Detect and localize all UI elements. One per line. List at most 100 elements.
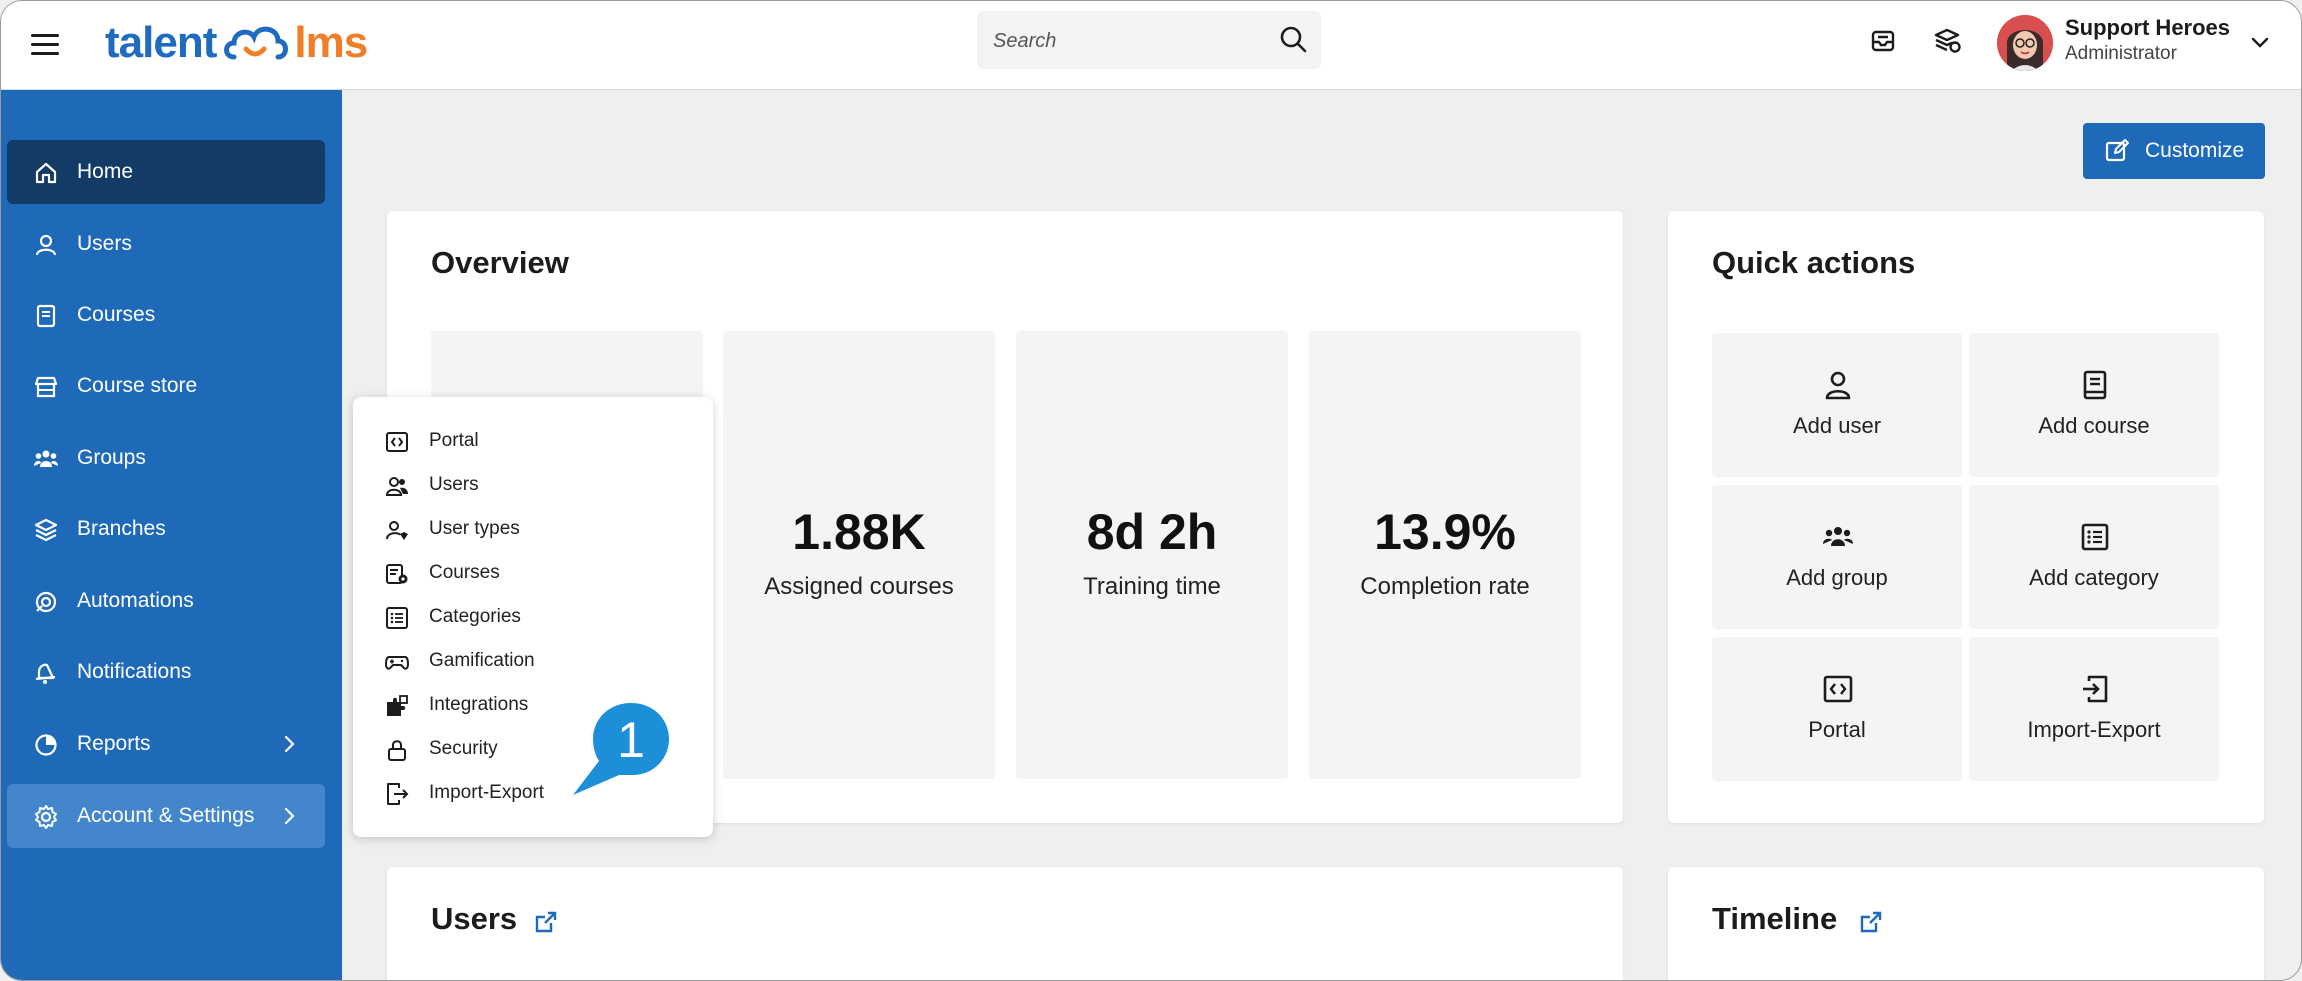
quick-action-portal[interactable]: Portal xyxy=(1712,637,1962,781)
sidebar-item-course-store[interactable]: Course store xyxy=(7,354,325,418)
stat-value: 8d 2h xyxy=(1086,504,1218,560)
sidebar-item-label: Notifications xyxy=(77,660,192,683)
sidebar-item-reports[interactable]: Reports xyxy=(7,712,325,776)
sidebar-item-notifications[interactable]: Notifications xyxy=(7,640,325,704)
quick-action-label: Add user xyxy=(1792,413,1882,438)
import-icon xyxy=(2083,675,2108,703)
submenu-item-label: Categories xyxy=(429,606,521,627)
code-icon xyxy=(1823,675,1853,703)
sidebar-item-label: Users xyxy=(77,232,132,255)
code-icon xyxy=(386,432,408,452)
chevron-right-icon xyxy=(284,735,295,753)
step-number: 1 xyxy=(617,712,645,768)
timeline-title: Timeline xyxy=(1712,901,1838,936)
sidebar-item-home[interactable]: Home xyxy=(7,140,325,204)
book-icon xyxy=(36,304,56,328)
submenu-item-label: User types xyxy=(429,518,520,539)
sidebar-item-label: Branches xyxy=(77,517,166,540)
puzzle-icon xyxy=(387,695,408,716)
automation-icon xyxy=(35,591,57,613)
quick-action-label: Add category xyxy=(2029,565,2159,590)
quick-action-label: Add group xyxy=(1786,565,1888,590)
sidebar-item-courses[interactable]: Courses xyxy=(7,283,325,347)
submenu-item-gamification[interactable]: Gamification xyxy=(377,641,697,681)
quick-action-add-category[interactable]: Add category xyxy=(1969,485,2219,629)
stat-label: Assigned courses xyxy=(764,573,954,600)
layers-icon xyxy=(34,518,58,542)
submenu-item-label: Integrations xyxy=(429,694,529,715)
users-icon xyxy=(385,477,408,496)
customize-label: Customize xyxy=(2145,139,2245,162)
logo-text-right: lms xyxy=(294,18,368,67)
users-title: Users xyxy=(431,901,518,936)
sidebar-item-automations[interactable]: Automations xyxy=(7,569,325,633)
cloud-smile-icon xyxy=(224,26,289,60)
quick-action-import-export[interactable]: Import-Export xyxy=(1969,637,2219,781)
sidebar-item-label: Account & Settings xyxy=(77,804,255,827)
submenu-item-portal[interactable]: Portal xyxy=(377,421,697,461)
sidebar-item-label: Automations xyxy=(77,589,194,612)
external-link-icon[interactable] xyxy=(1858,909,1884,935)
lock-icon xyxy=(388,740,406,761)
timeline-card: Timeline xyxy=(1668,867,2264,980)
sidebar-item-label: Groups xyxy=(77,446,146,469)
submenu-item-label: Gamification xyxy=(429,650,535,671)
quick-action-add-group[interactable]: Add group xyxy=(1712,485,1962,629)
quick-action-label: Add course xyxy=(2038,413,2150,438)
gamepad-icon xyxy=(385,656,409,670)
sidebar-item-account-settings[interactable]: Account & Settings xyxy=(7,784,325,848)
groups-icon xyxy=(1823,527,1853,546)
users-card: Users xyxy=(387,867,1623,980)
submenu-item-users[interactable]: Users xyxy=(377,465,697,505)
inbox-icon[interactable] xyxy=(1867,25,1899,57)
stat-label: Completion rate xyxy=(1360,573,1530,600)
user-icon xyxy=(1825,371,1851,400)
submenu-item-label: Import-Export xyxy=(429,782,545,803)
submenu-item-label: Users xyxy=(429,474,479,495)
sidebar-item-label: Reports xyxy=(77,732,151,755)
stat-card-training-time[interactable]: 8d 2h Training time xyxy=(1016,331,1288,779)
book-icon xyxy=(2083,370,2107,400)
stat-card-completion-rate[interactable]: 13.9% Completion rate xyxy=(1309,331,1581,779)
menu-icon[interactable] xyxy=(31,27,59,61)
chevron-down-icon[interactable] xyxy=(2249,31,2271,53)
submenu-item-label: Portal xyxy=(429,430,479,451)
sidebar-item-users[interactable]: Users xyxy=(7,212,325,276)
course-settings-icon xyxy=(386,564,408,584)
quick-actions-title: Quick actions xyxy=(1712,245,1916,280)
external-link-icon[interactable] xyxy=(533,909,559,935)
user-name: Support Heroes xyxy=(2065,15,2231,40)
sidebar-item-branches[interactable]: Branches xyxy=(7,497,325,561)
submenu-item-label: Security xyxy=(429,738,498,759)
submenu-item-categories[interactable]: Categories xyxy=(377,597,697,637)
sidebar-item-label: Home xyxy=(77,160,134,183)
top-bar: talent lms Search Support Heroes Adminis… xyxy=(1,1,2301,90)
chevron-right-icon xyxy=(284,807,295,825)
stat-value: 13.9% xyxy=(1374,504,1516,560)
overview-title: Overview xyxy=(431,245,569,280)
customize-button[interactable]: Customize xyxy=(2083,123,2265,179)
sidebar-item-label: Course store xyxy=(77,374,198,397)
quick-action-add-course[interactable]: Add course xyxy=(1969,333,2219,477)
submenu-item-courses[interactable]: Courses xyxy=(377,553,697,593)
step-callout: 1 xyxy=(569,701,671,799)
user-type-icon xyxy=(386,521,408,540)
home-icon xyxy=(35,162,57,184)
search-input[interactable] xyxy=(991,11,1255,71)
app-window: talent lms Search Support Heroes Adminis… xyxy=(0,0,2302,981)
search-icon[interactable] xyxy=(1279,25,1307,53)
quick-action-label: Portal xyxy=(1808,717,1866,742)
user-menu[interactable]: Support Heroes Administrator xyxy=(1991,9,2283,79)
stat-card-assigned-courses[interactable]: 1.88K Assigned courses xyxy=(723,331,995,779)
submenu-item-label: Courses xyxy=(429,562,500,583)
avatar xyxy=(1997,15,2053,71)
branches-switch-icon[interactable] xyxy=(1931,25,1963,57)
talentlms-logo[interactable]: talent lms xyxy=(105,13,368,73)
list-icon xyxy=(2081,523,2109,551)
sidebar-item-groups[interactable]: Groups xyxy=(7,426,325,490)
submenu-item-user-types[interactable]: User types xyxy=(377,509,697,549)
quick-actions-card: Quick actions Add user Add course Add gr… xyxy=(1668,211,2264,823)
user-icon xyxy=(35,234,57,256)
pie-chart-icon xyxy=(35,734,57,756)
quick-action-add-user[interactable]: Add user xyxy=(1712,333,1962,477)
